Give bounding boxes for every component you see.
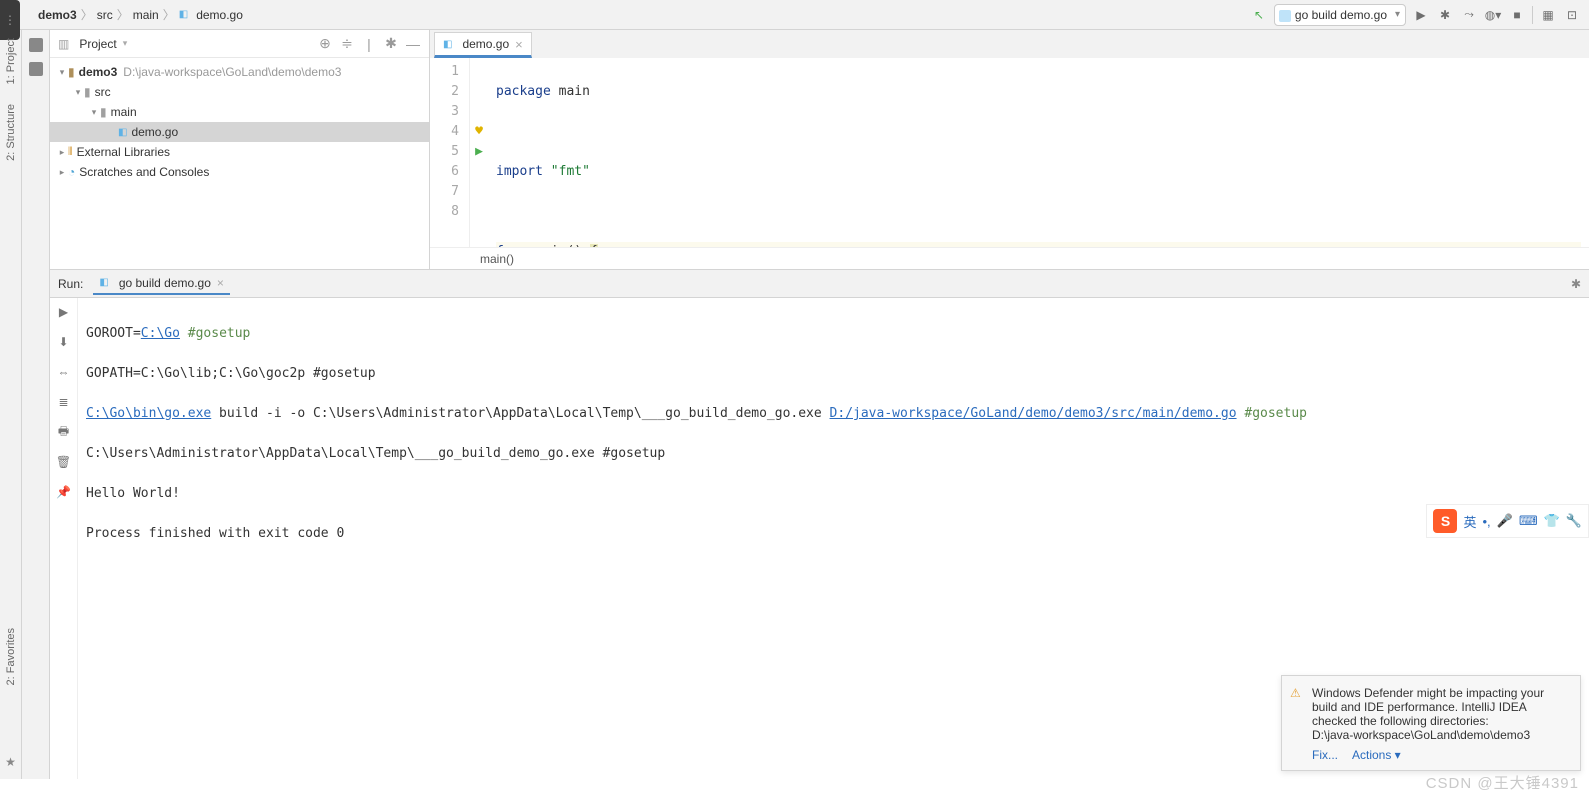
locate-icon[interactable]: ⊕ xyxy=(317,36,333,52)
intention-bulb-icon[interactable]: ♥ xyxy=(475,122,483,142)
left-edge-handle[interactable]: ⋮ xyxy=(0,0,20,40)
coverage-button[interactable]: ⤳ xyxy=(1460,6,1478,24)
top-bar: demo3 〉 src 〉 main 〉 ◧ demo.go ↖ go buil… xyxy=(0,0,1589,30)
console-link-srcfile[interactable]: D:/java-workspace/GoLand/demo/demo3/src/… xyxy=(830,406,1237,421)
project-header: ▥ Project ⊕ ≑ | ✱ — xyxy=(50,30,429,58)
project-tool-button[interactable]: 1: Project xyxy=(5,38,17,84)
run-label: Run: xyxy=(58,277,83,291)
watermark: CSDN @王大锤4391 xyxy=(1426,772,1579,793)
print-button[interactable]: 🖶 xyxy=(56,424,72,440)
tree-project-root[interactable]: ▾▮demo3D:\java-workspace\GoLand\demo\dem… xyxy=(50,62,429,82)
run-settings-icon[interactable]: ✱ xyxy=(1571,277,1581,291)
editor-tab-demo-go[interactable]: ◧ demo.go × xyxy=(434,32,532,58)
pin-button[interactable]: 📌 xyxy=(56,484,72,500)
ime-mic-icon[interactable]: 🎤 xyxy=(1497,513,1513,529)
notification-fix-link[interactable]: Fix... xyxy=(1312,748,1338,762)
run-gutter-icon[interactable]: ▶ xyxy=(475,142,483,162)
editor-body[interactable]: 12345678 ♥ ▶ package main import "fmt" f… xyxy=(430,58,1589,247)
expand-icon[interactable]: ≑ xyxy=(339,36,355,52)
ime-skin-icon[interactable]: 👕 xyxy=(1544,513,1560,529)
ime-punct-icon[interactable]: •, xyxy=(1483,514,1491,529)
console-link-goexe[interactable]: C:\Go\bin\go.exe xyxy=(86,406,211,421)
stop-button[interactable]: ⬇ xyxy=(56,334,72,350)
structure-tool-button[interactable]: 2: Structure xyxy=(5,104,17,161)
project-view-selector[interactable]: Project xyxy=(79,37,311,51)
search-button[interactable]: ⊡ xyxy=(1563,6,1581,24)
rerun-button[interactable]: ▶ xyxy=(56,304,72,320)
run-toolbar: ▶ ⬇ ⇔ ≣ 🖶 🗑 📌 xyxy=(50,298,78,779)
debug-button[interactable]: ✱ xyxy=(1436,6,1454,24)
breadcrumb-sep: 〉 xyxy=(81,6,93,23)
tree-main[interactable]: ▾▮main xyxy=(50,102,429,122)
run-tab[interactable]: ◧ go build demo.go × xyxy=(93,273,230,295)
build-icon[interactable]: ↖ xyxy=(1250,6,1268,24)
notification-actions-link[interactable]: Actions ▾ xyxy=(1352,748,1401,762)
close-run-tab-icon[interactable]: × xyxy=(217,276,224,290)
ime-toolbar[interactable]: S 英 •, 🎤 ⌨ 👕 🔧 xyxy=(1426,504,1589,538)
ime-toolbox-icon[interactable]: 🔧 xyxy=(1566,513,1582,529)
separator xyxy=(1532,6,1533,24)
breadcrumb-sep: 〉 xyxy=(117,6,129,23)
divider: | xyxy=(361,36,377,52)
settings-icon[interactable]: ✱ xyxy=(383,36,399,52)
tree-src[interactable]: ▾▮src xyxy=(50,82,429,102)
softwrap-button[interactable]: ≣ xyxy=(56,394,72,410)
console-link-goroot[interactable]: C:\Go xyxy=(141,326,180,341)
run-config-selector[interactable]: go build demo.go xyxy=(1274,4,1406,26)
profiler-button[interactable]: ◍▾ xyxy=(1484,6,1502,24)
left-tool-strip: 1: Project 2: Structure 2: Favorites ★ xyxy=(0,30,22,779)
notification-popup: ⚠ Windows Defender might be impacting yo… xyxy=(1281,675,1581,771)
trash-button[interactable]: 🗑 xyxy=(56,454,72,470)
git-button[interactable]: ▦ xyxy=(1539,6,1557,24)
run-tab-label: go build demo.go xyxy=(119,276,211,290)
run-button[interactable]: ▶ xyxy=(1412,6,1430,24)
tree-file-demo-go[interactable]: ◧demo.go xyxy=(50,122,429,142)
breadcrumb-sep: 〉 xyxy=(163,6,175,23)
rail-item[interactable] xyxy=(29,62,43,76)
project-view-icon: ▥ xyxy=(58,37,69,51)
rail-item[interactable] xyxy=(29,38,43,52)
top-toolbar: ↖ go build demo.go ▶ ✱ ⤳ ◍▾ ■ ▦ ⊡ xyxy=(1250,4,1581,26)
editor-crumb-bar[interactable]: main() xyxy=(430,247,1589,269)
project-tree[interactable]: ▾▮demo3D:\java-workspace\GoLand\demo\dem… xyxy=(50,58,429,186)
close-tab-icon[interactable]: × xyxy=(515,37,523,52)
breadcrumb-src[interactable]: src xyxy=(97,8,113,22)
editor-tab-bar: ◧ demo.go × xyxy=(430,30,1589,58)
tree-scratches[interactable]: ▸◔Scratches and Consoles xyxy=(50,162,429,182)
notification-text: Windows Defender might be impacting your… xyxy=(1312,686,1568,742)
go-file-icon: ◧ xyxy=(179,9,188,20)
gutter-icons: ♥ ▶ xyxy=(470,58,488,247)
editor-tab-label: demo.go xyxy=(462,37,509,51)
warning-icon: ⚠ xyxy=(1290,686,1301,700)
sogou-icon[interactable]: S xyxy=(1433,509,1457,533)
project-pane: ▥ Project ⊕ ≑ | ✱ — ▾▮demo3D:\java-works… xyxy=(50,30,430,269)
favorites-tool-button[interactable]: 2: Favorites xyxy=(5,628,17,685)
go-file-icon: ◧ xyxy=(99,277,108,288)
ime-lang[interactable]: 英 xyxy=(1463,512,1476,531)
hide-icon[interactable]: — xyxy=(405,36,421,52)
stop-button[interactable]: ■ xyxy=(1508,6,1526,24)
line-number-gutter: 12345678 xyxy=(430,58,470,247)
breadcrumb-project[interactable]: demo3 xyxy=(38,8,77,22)
go-file-icon: ◧ xyxy=(443,39,452,50)
breadcrumb-main[interactable]: main xyxy=(133,8,159,22)
breadcrumb[interactable]: demo3 〉 src 〉 main 〉 ◧ demo.go xyxy=(38,6,1250,23)
star-icon[interactable]: ★ xyxy=(5,755,16,769)
code-area[interactable]: package main import "fmt" func main() { … xyxy=(488,58,1589,247)
run-header: Run: ◧ go build demo.go × ✱ xyxy=(50,270,1589,298)
breadcrumb-file[interactable]: demo.go xyxy=(196,8,243,22)
layout-button[interactable]: ⇔ xyxy=(56,364,72,380)
ime-keyboard-icon[interactable]: ⌨ xyxy=(1519,513,1538,529)
tree-external-libraries[interactable]: ▸⫴External Libraries xyxy=(50,142,429,162)
editor-pane: ◧ demo.go × 12345678 ♥ ▶ packa xyxy=(430,30,1589,269)
secondary-rail xyxy=(22,30,50,779)
